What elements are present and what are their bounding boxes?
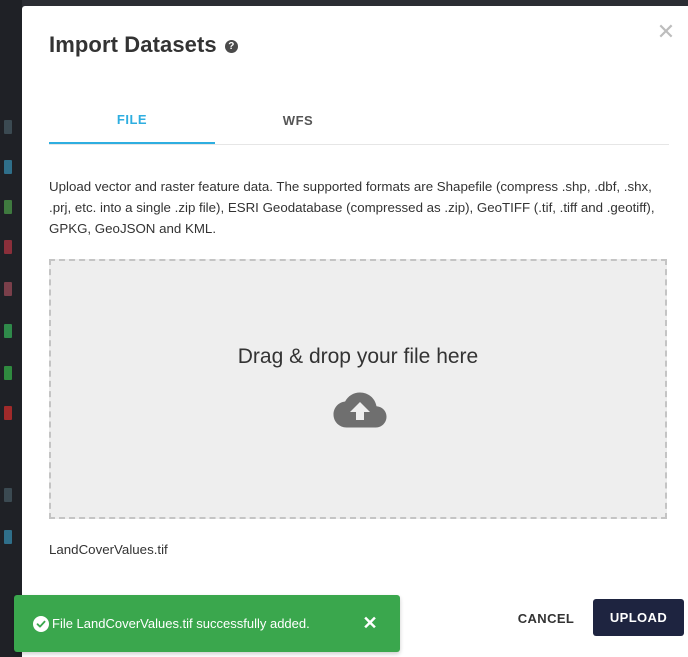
cancel-button[interactable]: CANCEL [510, 600, 582, 636]
snackbar-message: File LandCoverValues.tif successfully ad… [52, 616, 310, 631]
background-marker [4, 240, 12, 254]
success-snackbar: File LandCoverValues.tif successfully ad… [14, 595, 400, 652]
background-marker [4, 282, 12, 296]
check-circle-icon [33, 615, 49, 632]
import-tabs: FILE WFS [49, 96, 669, 145]
background-marker [4, 406, 12, 420]
dialog-header: Import Datasets ? [49, 32, 238, 58]
background-marker [4, 530, 12, 544]
dialog-title: Import Datasets [49, 32, 217, 57]
background-marker [4, 200, 12, 214]
upload-button[interactable]: UPLOAD [593, 599, 684, 636]
question-circle-icon[interactable]: ? [224, 40, 238, 53]
background-marker [4, 160, 12, 174]
supported-formats-description: Upload vector and raster feature data. T… [49, 179, 655, 236]
background-marker [4, 120, 12, 134]
close-icon[interactable]: ✕ [360, 613, 380, 633]
import-datasets-dialog: Import Datasets ? ✕ FILE WFS Upload vect… [22, 6, 688, 657]
background-marker [4, 488, 12, 502]
background-marker [4, 366, 12, 380]
cloud-upload-icon [333, 392, 387, 428]
file-dropzone[interactable]: Drag & drop your file here [49, 259, 667, 519]
background-app [0, 0, 22, 657]
tab-wfs[interactable]: WFS [215, 96, 381, 144]
tab-file[interactable]: FILE [49, 96, 215, 144]
close-icon[interactable]: ✕ [656, 21, 676, 43]
dropzone-text: Drag & drop your file here [237, 345, 479, 368]
background-marker [4, 324, 12, 338]
selected-file-name: LandCoverValues.tif [49, 542, 168, 557]
